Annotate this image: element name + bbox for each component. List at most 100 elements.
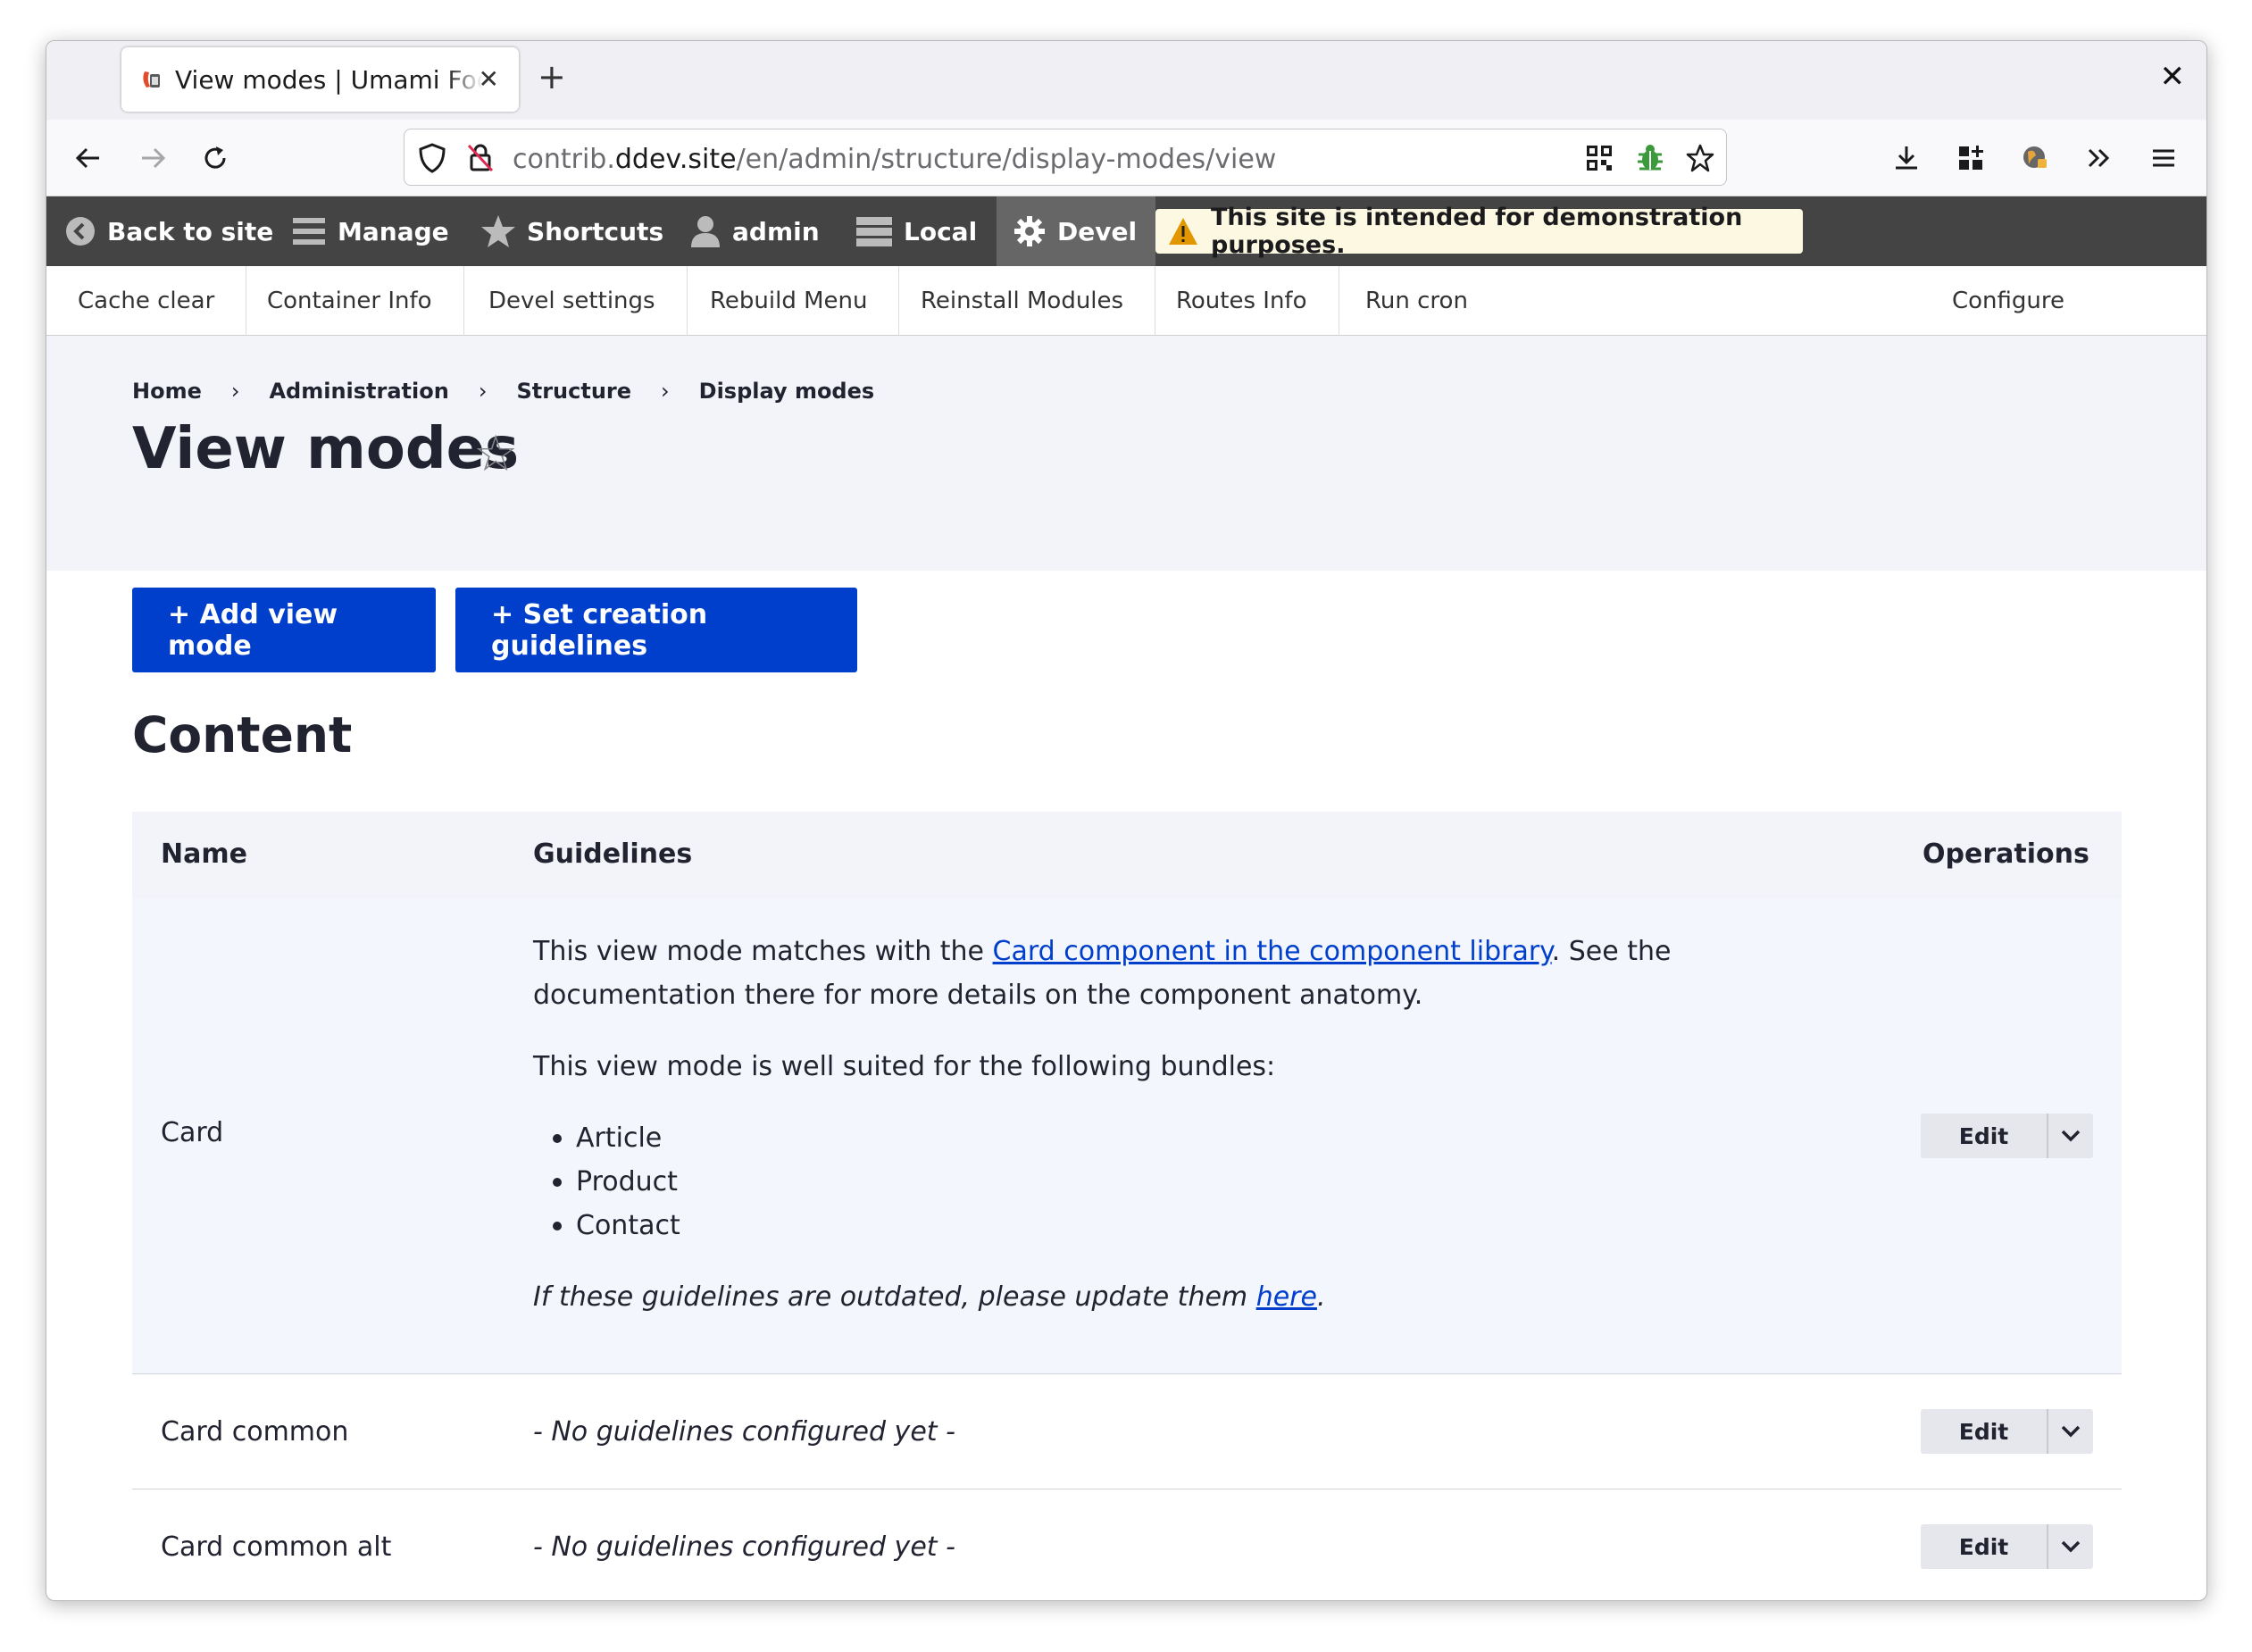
outdated-note-text: If these guidelines are outdated, please…	[533, 1281, 1256, 1313]
devel-menu[interactable]: Devel	[997, 196, 1155, 266]
edit-button[interactable]: Edit	[1921, 1409, 2048, 1454]
bookmark-star-icon[interactable]	[1685, 143, 1715, 177]
update-guidelines-link[interactable]: here	[1256, 1281, 1317, 1313]
breadcrumb: Home › Administration › Structure › Disp…	[132, 379, 874, 404]
forward-arrow-icon[interactable]	[132, 138, 173, 179]
column-header-operations: Operations	[1923, 839, 2089, 870]
chevron-down-icon	[2060, 1424, 2081, 1439]
manage-label: Manage	[338, 216, 449, 246]
edit-button[interactable]: Edit	[1921, 1524, 2048, 1569]
umami-favicon-icon	[139, 67, 164, 92]
qr-code-icon[interactable]	[1585, 144, 1614, 176]
hamburger-menu-icon[interactable]	[2143, 138, 2184, 179]
demo-notice-text: This site is intended for demonstration …	[1211, 204, 1743, 259]
guidelines-content: This view mode matches with the Card com…	[533, 930, 1828, 1347]
row-name: Card common	[161, 1416, 349, 1448]
new-tab-icon[interactable]: +	[538, 59, 566, 95]
breadcrumb-home[interactable]: Home	[132, 379, 202, 404]
bug-extension-icon[interactable]	[1635, 142, 1665, 178]
card-component-link[interactable]: Card component in the component library	[993, 936, 1552, 967]
table-row: Card This view mode matches with the Car…	[132, 898, 2122, 1374]
breadcrumb-separator: ›	[478, 379, 488, 404]
browser-window: View modes | Umami Food Magazine ✕ + ✕ c…	[46, 40, 2207, 1601]
operations-toggle[interactable]	[2048, 1114, 2093, 1158]
tray-item-cache-clear[interactable]: Cache clear	[46, 266, 247, 336]
tray-item-reinstall-modules[interactable]: Reinstall Modules	[889, 266, 1156, 336]
guidelines-outdated-note: If these guidelines are outdated, please…	[533, 1275, 1828, 1319]
overflow-chevron-icon[interactable]	[2079, 138, 2120, 179]
server-icon	[855, 215, 893, 247]
tray-item-routes-info[interactable]: Routes Info	[1145, 266, 1339, 336]
back-to-site-link[interactable]: Back to site	[64, 196, 273, 266]
devel-tray: Cache clear Container Info Devel setting…	[46, 266, 2206, 336]
back-to-site-label: Back to site	[107, 216, 274, 246]
add-shortcut-star-icon[interactable]: ☆	[473, 425, 518, 483]
table-row: Card common alt - No guidelines configur…	[132, 1489, 2122, 1600]
guidelines-intro-text: This view mode matches with the	[533, 936, 993, 967]
insecure-lock-icon[interactable]	[465, 142, 496, 178]
browser-tab[interactable]: View modes | Umami Food Magazine ✕	[121, 47, 519, 112]
user-menu[interactable]: admin	[689, 196, 820, 266]
tab-close-icon[interactable]: ✕	[479, 64, 499, 94]
user-icon	[689, 214, 721, 248]
breadcrumb-display-modes[interactable]: Display modes	[699, 379, 875, 404]
chevron-down-icon	[2060, 1539, 2081, 1554]
environment-menu[interactable]: Local	[855, 196, 977, 266]
breadcrumb-separator: ›	[230, 379, 240, 404]
manage-menu[interactable]: Manage	[291, 196, 449, 266]
tray-item-container-info[interactable]: Container Info	[236, 266, 464, 336]
column-header-guidelines: Guidelines	[533, 839, 693, 870]
operations-dropbutton: Edit	[1921, 1524, 2093, 1569]
window-close-icon[interactable]: ✕	[2160, 59, 2186, 95]
admin-toolbar: Back to site Manage Shortcuts admin Loca…	[46, 196, 2206, 266]
breadcrumb-administration[interactable]: Administration	[269, 379, 448, 404]
row-guidelines: - No guidelines configured yet -	[533, 1416, 955, 1448]
set-creation-guidelines-button[interactable]: + Set creation guidelines	[455, 588, 857, 672]
table-row: Card common - No guidelines configured y…	[132, 1374, 2122, 1489]
url-path: /en/admin/structure/display-modes/view	[736, 144, 1277, 175]
tray-configure-link[interactable]: Configure	[1952, 266, 2064, 336]
url-prefix: contrib.	[513, 144, 615, 175]
tray-item-rebuild-menu[interactable]: Rebuild Menu	[679, 266, 900, 336]
operations-dropbutton: Edit	[1921, 1114, 2093, 1158]
url-text[interactable]: contrib.ddev.site/en/admin/structure/dis…	[513, 144, 1276, 175]
add-view-mode-button[interactable]: + Add view mode	[132, 588, 436, 672]
list-item: Product	[533, 1160, 1828, 1204]
shield-icon[interactable]	[417, 142, 447, 178]
view-modes-table: Name Guidelines Operations Card This vie…	[132, 812, 2122, 1600]
shortcuts-menu[interactable]: Shortcuts	[480, 196, 663, 266]
extensions-icon[interactable]	[1950, 138, 1991, 179]
environment-label: Local	[904, 216, 978, 246]
chevron-down-icon	[2060, 1129, 2081, 1143]
edit-button[interactable]: Edit	[1921, 1114, 2048, 1158]
bundles-list: Article Product Contact	[533, 1116, 1828, 1247]
user-label: admin	[732, 216, 820, 246]
url-bar[interactable]: contrib.ddev.site/en/admin/structure/dis…	[404, 129, 1727, 186]
shortcuts-label: Shortcuts	[527, 216, 664, 246]
container-extension-icon[interactable]	[2014, 138, 2056, 179]
operations-toggle[interactable]	[2048, 1524, 2093, 1569]
guidelines-bundles-intro: This view mode is well suited for the fo…	[533, 1051, 1276, 1082]
download-icon[interactable]	[1886, 138, 1927, 179]
back-arrow-icon[interactable]	[68, 138, 109, 179]
tray-item-devel-settings[interactable]: Devel settings	[457, 266, 688, 336]
section-title: Content	[132, 706, 353, 763]
tab-title: View modes | Umami Food Magazine	[175, 64, 483, 95]
operations-dropbutton: Edit	[1921, 1409, 2093, 1454]
breadcrumb-structure[interactable]: Structure	[516, 379, 631, 404]
row-name: Card common alt	[161, 1531, 392, 1563]
list-item: Article	[533, 1116, 1828, 1160]
breadcrumb-separator: ›	[661, 379, 670, 404]
devel-label: Devel	[1057, 216, 1138, 246]
reload-icon[interactable]	[195, 138, 236, 179]
operations-toggle[interactable]	[2048, 1409, 2093, 1454]
back-circle-icon	[64, 215, 96, 247]
tray-item-run-cron[interactable]: Run cron	[1334, 266, 1499, 336]
warning-icon	[1168, 217, 1198, 246]
url-domain: ddev.site	[614, 144, 737, 175]
column-header-name: Name	[161, 839, 247, 870]
outdated-note-period: .	[1316, 1281, 1326, 1313]
list-item: Contact	[533, 1204, 1828, 1247]
shortcuts-star-icon	[480, 214, 516, 248]
devel-gear-icon	[1013, 214, 1047, 248]
